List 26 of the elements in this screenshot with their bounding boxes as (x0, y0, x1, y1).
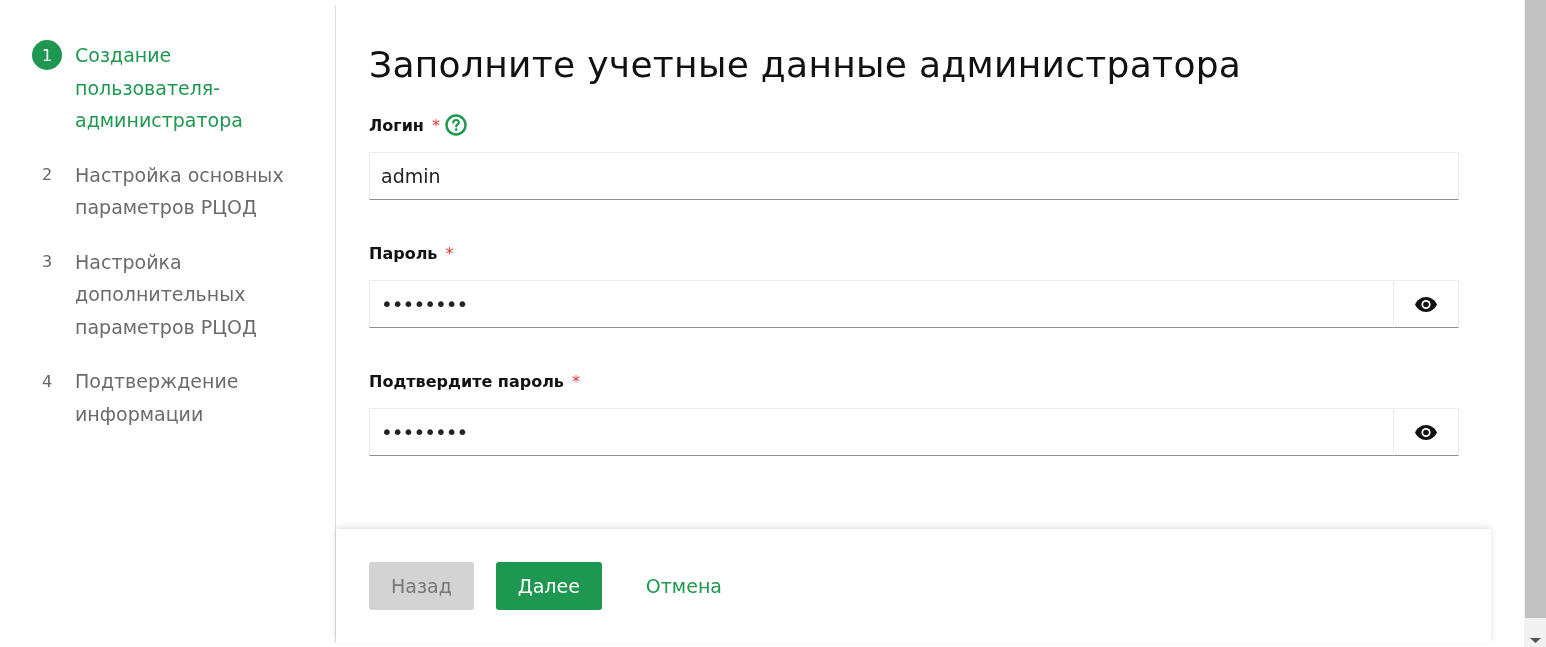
password-field[interactable]: •••••••• (369, 280, 1394, 328)
step-number: 4 (40, 370, 54, 393)
required-mark: * (445, 243, 454, 263)
show-password-button[interactable] (1394, 408, 1459, 456)
step-link[interactable]: Настройка дополнительных параметров РЦОД (75, 245, 315, 343)
password-field[interactable]: •••••••• (369, 408, 1394, 456)
step-number: 2 (40, 164, 54, 186)
field-label: Логин (369, 115, 424, 135)
field-label: Пароль (369, 243, 438, 263)
field-label: Подтвердите пароль (369, 371, 564, 391)
input-field[interactable]: admin (369, 152, 1459, 200)
help-icon[interactable] (444, 114, 467, 136)
next-button[interactable]: Далее (495, 562, 602, 610)
cancel-link[interactable]: Отмена (623, 562, 744, 610)
step-number-badge: 1 (32, 40, 62, 70)
step-link[interactable]: Подтверждение информации (75, 365, 315, 430)
show-password-button[interactable] (1394, 280, 1459, 328)
eye-icon (1415, 296, 1437, 312)
required-mark: * (571, 371, 580, 391)
step-link[interactable]: Создание пользователя-администратора (75, 39, 315, 137)
eye-icon (1415, 424, 1437, 440)
step-link[interactable]: Настройка основных параметров РЦОД (75, 158, 315, 224)
step-number: 3 (40, 251, 54, 273)
required-mark: * (431, 115, 440, 135)
scroll-down-arrow-icon[interactable] (1530, 638, 1541, 643)
page-title: Заполните учетные данные администратора (369, 43, 1243, 87)
